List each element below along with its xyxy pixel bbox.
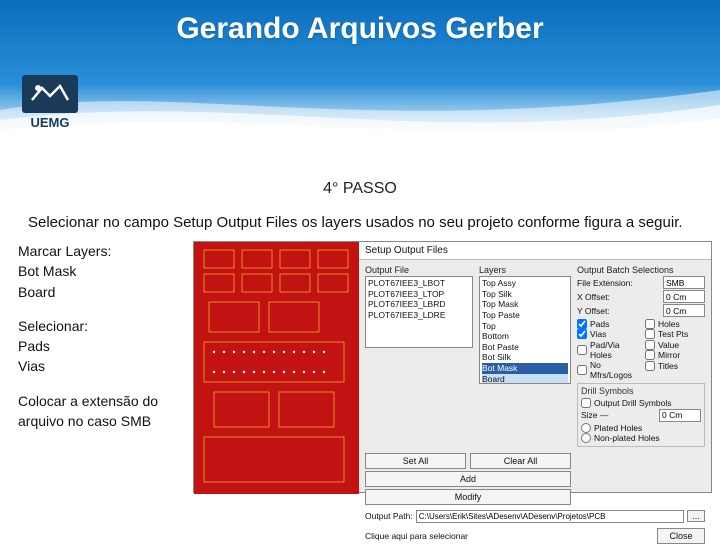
- clear-all-button[interactable]: Clear All: [470, 453, 571, 469]
- waves-decoration: [0, 70, 720, 140]
- list-item[interactable]: PLOT67IEE3_LBRD: [368, 299, 470, 310]
- list-item[interactable]: Bot Paste: [482, 342, 568, 353]
- slide-title: Gerando Arquivos Gerber: [0, 0, 720, 46]
- list-item[interactable]: Top: [482, 321, 568, 332]
- note-marcar-2: Board: [18, 284, 55, 300]
- list-item[interactable]: Top Paste: [482, 310, 568, 321]
- holes-checkbox[interactable]: [645, 319, 655, 329]
- close-button[interactable]: Close: [657, 528, 705, 544]
- setup-output-dialog: Setup Output Files Output File PLOT67IEE…: [359, 242, 711, 492]
- logo-text: UEMG: [22, 115, 78, 130]
- vias-checkbox[interactable]: [577, 329, 587, 339]
- pads-checkbox[interactable]: [577, 319, 587, 329]
- list-item-selected[interactable]: Board: [482, 374, 568, 384]
- list-item[interactable]: Top Mask: [482, 299, 568, 310]
- slide-banner: Gerando Arquivos Gerber UEMG: [0, 0, 720, 140]
- testpts-checkbox[interactable]: [645, 329, 655, 339]
- add-button[interactable]: Add: [365, 471, 571, 487]
- note-selecionar-heading: Selecionar:: [18, 318, 88, 334]
- footer-note: Clique aqui para selecionar: [365, 531, 468, 541]
- mirror-label: Mirror: [658, 350, 680, 360]
- yoff-label: Y Offset:: [577, 306, 660, 316]
- output-path-label: Output Path:: [365, 511, 413, 521]
- output-path-input[interactable]: [416, 510, 684, 523]
- ext-input[interactable]: [663, 276, 705, 289]
- batch-label: Output Batch Selections: [577, 265, 705, 275]
- list-item-selected[interactable]: Bot Mask: [482, 363, 568, 374]
- nomfrs-checkbox[interactable]: [577, 365, 587, 375]
- list-item[interactable]: PLOT67IEE3_LDRE: [368, 310, 470, 321]
- drill-label: Drill Symbols: [581, 386, 701, 396]
- note-selecionar-2: Vias: [18, 358, 45, 374]
- dialog-title: Setup Output Files: [359, 242, 711, 260]
- output-drill-checkbox[interactable]: [581, 398, 591, 408]
- pads-label: Pads: [590, 319, 609, 329]
- plated-label: Plated Holes: [594, 423, 642, 433]
- titles-checkbox[interactable]: [645, 361, 655, 371]
- plated-radio[interactable]: [581, 423, 591, 433]
- modify-button[interactable]: Modify: [365, 489, 571, 505]
- padviaholes-checkbox[interactable]: [577, 345, 587, 355]
- value-label: Value: [658, 340, 679, 350]
- step-heading: 4° PASSO: [0, 180, 720, 198]
- nomfrs-label: No Mfrs/Logos: [590, 360, 637, 380]
- yoff-input[interactable]: [663, 304, 705, 317]
- padviaholes-label: Pad/Via Holes: [590, 340, 637, 360]
- xoff-input[interactable]: [663, 290, 705, 303]
- browse-button[interactable]: ...: [687, 510, 705, 522]
- list-item[interactable]: Top Assy: [482, 278, 568, 289]
- layers-label: Layers: [479, 265, 571, 275]
- logo-icon: [22, 75, 78, 113]
- nonplated-label: Non-plated Holes: [594, 433, 660, 443]
- set-all-button[interactable]: Set All: [365, 453, 466, 469]
- list-item[interactable]: Bot Silk: [482, 352, 568, 363]
- mirror-checkbox[interactable]: [645, 350, 655, 360]
- testpts-label: Test Pts: [658, 329, 688, 339]
- titles-label: Titles: [658, 361, 678, 371]
- drill-symbols-group: Drill Symbols Output Drill Symbols Size …: [577, 383, 705, 447]
- instruction-notes: Marcar Layers: Bot Mask Board Selecionar…: [18, 241, 193, 493]
- note-marcar-heading: Marcar Layers:: [18, 243, 111, 259]
- uemg-logo: UEMG: [22, 75, 78, 130]
- output-drill-label: Output Drill Symbols: [594, 398, 671, 408]
- vias-label: Vias: [590, 329, 606, 339]
- xoff-label: X Offset:: [577, 292, 660, 302]
- list-item[interactable]: PLOT67IEE3_LTOP: [368, 289, 470, 300]
- list-item[interactable]: Bottom: [482, 331, 568, 342]
- list-item[interactable]: Top Silk: [482, 289, 568, 300]
- value-checkbox[interactable]: [645, 340, 655, 350]
- layers-listbox[interactable]: Top Assy Top Silk Top Mask Top Paste Top…: [479, 276, 571, 384]
- note-selecionar-1: Pads: [18, 338, 50, 354]
- list-item[interactable]: PLOT67IEE3_LBOT: [368, 278, 470, 289]
- note-extension: Colocar a extensão do arquivo no caso SM…: [18, 391, 193, 432]
- nonplated-radio[interactable]: [581, 433, 591, 443]
- step-description: Selecionar no campo Setup Output Files o…: [28, 214, 692, 231]
- output-file-label: Output File: [365, 265, 473, 275]
- holes-label: Holes: [658, 319, 680, 329]
- note-marcar-1: Bot Mask: [18, 263, 76, 279]
- size-label: Size —: [581, 410, 656, 420]
- app-window: Setup Output Files Output File PLOT67IEE…: [193, 241, 712, 493]
- ext-label: File Extension:: [577, 278, 660, 288]
- output-files-listbox[interactable]: PLOT67IEE3_LBOT PLOT67IEE3_LTOP PLOT67IE…: [365, 276, 473, 348]
- pcb-canvas[interactable]: [194, 242, 359, 492]
- size-input[interactable]: [659, 409, 701, 422]
